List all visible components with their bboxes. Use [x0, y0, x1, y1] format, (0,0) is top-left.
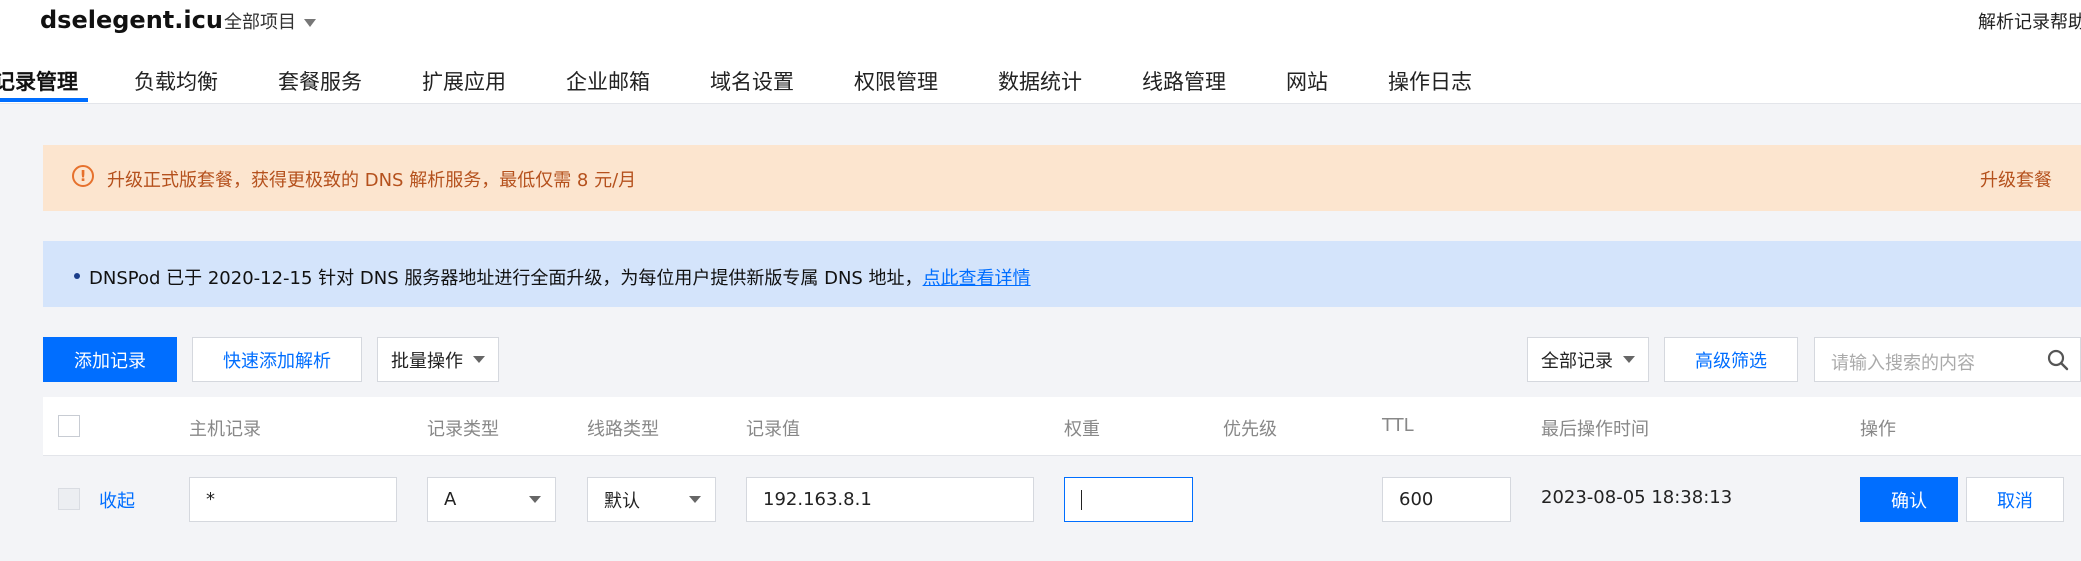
row-checkbox	[58, 488, 80, 510]
chevron-down-icon	[304, 19, 316, 27]
collapse-link[interactable]: 收起	[99, 487, 135, 513]
line-type-select[interactable]: 默认	[587, 477, 716, 522]
tab-permissions[interactable]: 权限管理	[854, 66, 938, 96]
column-ttl: TTL	[1382, 415, 1414, 436]
column-host: 主机记录	[189, 419, 261, 440]
tab-record-management[interactable]: 记录管理	[0, 66, 78, 96]
column-priority: 优先级	[1223, 419, 1277, 440]
warning-circle-icon: !	[72, 165, 94, 187]
active-tab-indicator	[0, 98, 88, 102]
tab-operation-log[interactable]: 操作日志	[1388, 66, 1472, 96]
batch-operations-label: 批量操作	[391, 350, 463, 372]
tab-packages[interactable]: 套餐服务	[278, 66, 362, 96]
record-filter-label: 全部记录	[1541, 350, 1613, 372]
text-cursor	[1081, 489, 1082, 510]
record-value-text: 192.163.8.1	[763, 489, 872, 510]
bullet-icon	[74, 273, 80, 279]
tab-website[interactable]: 网站	[1286, 66, 1328, 96]
column-weight: 权重	[1064, 419, 1100, 440]
upgrade-banner-text: 升级正式版套餐，获得更极致的 DNS 解析服务，最低仅需 8 元/月	[107, 170, 637, 191]
column-line-type: 线路类型	[587, 419, 659, 440]
tab-line-management[interactable]: 线路管理	[1142, 66, 1226, 96]
batch-operations-dropdown[interactable]: 批量操作	[377, 337, 499, 382]
add-record-button[interactable]: 添加记录	[43, 337, 177, 382]
help-link[interactable]: 解析记录帮助	[1978, 8, 2081, 34]
search-icon[interactable]	[2047, 349, 2069, 371]
chevron-down-icon	[473, 356, 485, 363]
line-type-value: 默认	[604, 490, 640, 512]
record-type-value: A	[444, 489, 457, 510]
chevron-down-icon	[529, 496, 541, 503]
advanced-filter-button[interactable]: 高级筛选	[1664, 337, 1798, 382]
record-value-input[interactable]: 192.163.8.1	[746, 477, 1034, 522]
chevron-down-icon	[689, 496, 701, 503]
last-modified-time: 2023-08-05 18:38:13	[1541, 487, 1733, 508]
select-all-checkbox[interactable]	[58, 415, 80, 437]
chevron-down-icon	[1623, 356, 1635, 363]
dns-notice-text: DNSPod 已于 2020-12-15 针对 DNS 服务器地址进行全面升级，…	[89, 264, 1031, 290]
upgrade-package-link[interactable]: 升级套餐	[1980, 166, 2052, 192]
domain-title: dselegent.icu	[40, 6, 223, 34]
tab-load-balancing[interactable]: 负载均衡	[134, 66, 218, 96]
tab-statistics[interactable]: 数据统计	[998, 66, 1082, 96]
tab-extensions[interactable]: 扩展应用	[422, 66, 506, 96]
quick-add-button[interactable]: 快速添加解析	[192, 337, 362, 382]
search-placeholder: 请输入搜索的内容	[1831, 353, 1975, 374]
tab-enterprise-mail[interactable]: 企业邮箱	[566, 66, 650, 96]
project-selector-label: 全部项目	[224, 12, 296, 33]
host-record-input[interactable]: *	[189, 477, 397, 522]
ttl-value: 600	[1399, 489, 1434, 510]
column-record-value: 记录值	[746, 419, 800, 440]
column-last-modified: 最后操作时间	[1541, 419, 1649, 440]
record-type-select[interactable]: A	[427, 477, 556, 522]
view-details-link[interactable]: 点此查看详情	[923, 268, 1031, 289]
table-header	[43, 397, 2081, 456]
record-filter-dropdown[interactable]: 全部记录	[1527, 337, 1649, 382]
column-record-type: 记录类型	[427, 419, 499, 440]
tab-domain-settings[interactable]: 域名设置	[710, 66, 794, 96]
cancel-button[interactable]: 取消	[1966, 477, 2064, 522]
project-selector[interactable]: 全部项目	[224, 8, 316, 34]
weight-input[interactable]	[1064, 477, 1193, 522]
dns-notice-message: DNSPod 已于 2020-12-15 针对 DNS 服务器地址进行全面升级，…	[89, 268, 923, 289]
ttl-input[interactable]: 600	[1382, 477, 1511, 522]
column-actions: 操作	[1860, 419, 1896, 440]
confirm-button[interactable]: 确认	[1860, 477, 1958, 522]
host-record-value: *	[206, 489, 215, 510]
